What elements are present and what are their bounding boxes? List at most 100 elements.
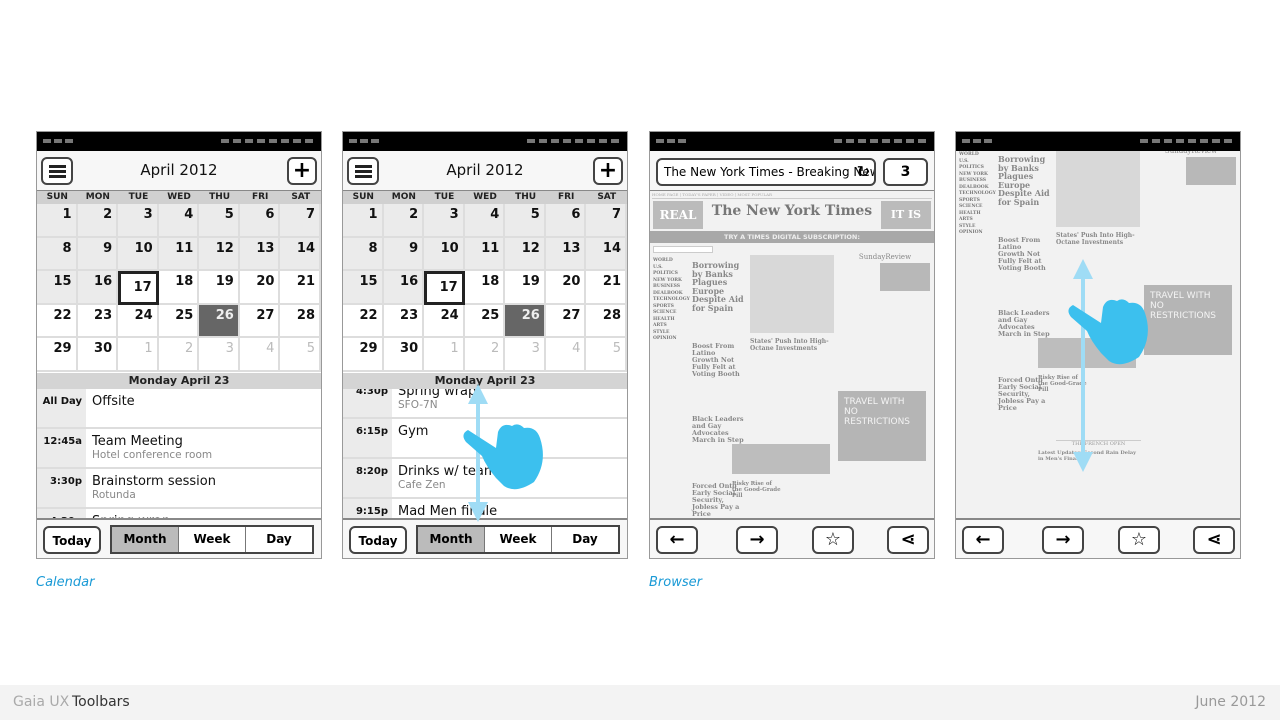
day-cell[interactable]: 16 bbox=[383, 271, 425, 305]
event-list[interactable]: All Day Offsite 12:45a Team Meeting Hotel co… bbox=[37, 389, 321, 519]
day-cell[interactable]: 5 bbox=[505, 204, 546, 238]
day-cell[interactable]: 3 bbox=[505, 338, 546, 372]
day-cell[interactable]: 4 bbox=[158, 204, 200, 238]
headline[interactable]: Boost From Latino Growth Not Fully Felt … bbox=[692, 343, 744, 378]
headline[interactable]: States' Push Into High-Octane Investment… bbox=[750, 338, 834, 352]
add-event-button[interactable]: + bbox=[287, 157, 317, 185]
day-cell[interactable]: 6 bbox=[239, 204, 281, 238]
forward-button[interactable]: → bbox=[736, 526, 778, 554]
subscription-banner[interactable]: TRY A TIMES DIGITAL SUBSCRIPTION: bbox=[650, 231, 934, 243]
back-button[interactable]: ← bbox=[656, 526, 698, 554]
day-cell[interactable]: 1 bbox=[37, 204, 78, 238]
section-nav-link[interactable]: OPINION bbox=[959, 230, 995, 237]
tabs-button[interactable]: 3 bbox=[883, 158, 928, 186]
day-cell[interactable]: 2 bbox=[158, 338, 200, 372]
menu-button[interactable] bbox=[41, 157, 73, 185]
day-cell[interactable]: 21 bbox=[586, 271, 627, 305]
day-cell[interactable]: 24 bbox=[118, 304, 159, 338]
share-button[interactable]: ⋖ bbox=[1193, 526, 1235, 554]
day-cell[interactable]: 3 bbox=[199, 338, 240, 372]
day-cell[interactable]: 2 bbox=[383, 204, 425, 238]
day-cell[interactable]: 21 bbox=[280, 271, 321, 305]
headline[interactable]: Borrowing by Banks Plagues Europe Despit… bbox=[692, 261, 744, 312]
ad-right[interactable]: IT IS bbox=[881, 201, 931, 229]
tab-week[interactable]: Week bbox=[179, 527, 246, 552]
day-cell[interactable]: 5 bbox=[280, 338, 321, 372]
day-cell[interactable]: 9 bbox=[383, 237, 425, 271]
forward-button[interactable]: → bbox=[1042, 526, 1084, 554]
day-cell[interactable]: 30 bbox=[383, 338, 425, 372]
day-cell[interactable]: 28 bbox=[586, 304, 627, 338]
day-cell[interactable]: 18 bbox=[464, 271, 506, 305]
day-cell[interactable]: 20 bbox=[545, 271, 587, 305]
reload-icon[interactable]: ↻ bbox=[857, 160, 870, 184]
day-cell[interactable]: 2 bbox=[77, 204, 119, 238]
day-cell[interactable]: 26 bbox=[199, 304, 240, 338]
day-cell[interactable]: 23 bbox=[77, 304, 119, 338]
day-cell[interactable]: 3 bbox=[424, 204, 465, 238]
day-cell[interactable]: 30 bbox=[77, 338, 119, 372]
day-cell[interactable]: 1 bbox=[343, 204, 384, 238]
day-cell[interactable]: 26 bbox=[505, 304, 546, 338]
day-cell[interactable]: 27 bbox=[545, 304, 587, 338]
web-content[interactable]: HOME PAGE | TODAY'S PAPER | VIDEO | MOST… bbox=[650, 191, 934, 518]
day-cell[interactable]: 8 bbox=[37, 237, 78, 271]
day-cell[interactable]: 11 bbox=[464, 237, 506, 271]
event-item[interactable]: 12:45a Team Meeting Hotel conference room bbox=[37, 429, 321, 469]
day-cell[interactable]: 5 bbox=[199, 204, 240, 238]
bookmark-button[interactable]: ☆ bbox=[1118, 526, 1160, 554]
headline[interactable]: States' Push Into High-Octane Investment… bbox=[1056, 232, 1140, 246]
day-cell[interactable]: 19 bbox=[505, 271, 546, 305]
day-cell[interactable]: 3 bbox=[118, 204, 159, 238]
back-button[interactable]: ← bbox=[962, 526, 1004, 554]
url-input[interactable]: The New York Times - Breaking News... ↻ bbox=[656, 158, 876, 186]
day-cell[interactable]: 15 bbox=[343, 271, 384, 305]
day-cell[interactable]: 12 bbox=[199, 237, 240, 271]
event-item[interactable]: 3:30p Brainstorm session Rotunda bbox=[37, 469, 321, 509]
day-cell[interactable]: 25 bbox=[464, 304, 506, 338]
headline[interactable]: Risky Rise of the Good-Grade Pill bbox=[732, 481, 782, 499]
day-cell[interactable]: 28 bbox=[280, 304, 321, 338]
day-cell[interactable]: 6 bbox=[545, 204, 587, 238]
bookmark-button[interactable]: ☆ bbox=[812, 526, 854, 554]
day-cell[interactable]: 15 bbox=[37, 271, 78, 305]
section-nav-link[interactable]: TECHNOLOGY bbox=[653, 297, 690, 304]
day-cell[interactable]: 19 bbox=[199, 271, 240, 305]
day-cell[interactable]: 2 bbox=[464, 338, 506, 372]
headline[interactable]: Boost From Latino Growth Not Fully Felt … bbox=[998, 237, 1050, 272]
section-nav-link[interactable]: OPINION bbox=[653, 336, 689, 343]
section-nav-link[interactable]: TECHNOLOGY bbox=[959, 191, 996, 198]
day-cell[interactable]: 4 bbox=[239, 338, 281, 372]
day-cell[interactable]: 5 bbox=[586, 338, 627, 372]
ad-left[interactable]: REAL bbox=[653, 201, 703, 229]
day-cell[interactable]: 17 bbox=[118, 271, 159, 305]
day-cell[interactable]: 24 bbox=[424, 304, 465, 338]
day-cell[interactable]: 23 bbox=[383, 304, 425, 338]
day-cell[interactable]: 14 bbox=[586, 237, 627, 271]
day-cell[interactable]: 20 bbox=[239, 271, 281, 305]
headline[interactable]: Borrowing by Banks Plagues Europe Despit… bbox=[998, 155, 1050, 206]
tab-day[interactable]: Day bbox=[246, 527, 312, 552]
day-cell[interactable]: 17 bbox=[424, 271, 465, 305]
day-cell[interactable]: 1 bbox=[424, 338, 465, 372]
tab-month[interactable]: Month bbox=[112, 527, 179, 552]
day-cell[interactable]: 14 bbox=[280, 237, 321, 271]
day-cell[interactable]: 13 bbox=[239, 237, 281, 271]
travel-ad[interactable]: TRAVEL WITH NO RESTRICTIONS bbox=[838, 391, 926, 461]
day-cell[interactable]: 4 bbox=[545, 338, 587, 372]
add-event-button[interactable]: + bbox=[593, 157, 623, 185]
headline[interactable]: Black Leaders and Gay Advocates March in… bbox=[998, 310, 1050, 338]
day-cell[interactable]: 25 bbox=[158, 304, 200, 338]
day-cell[interactable]: 12 bbox=[505, 237, 546, 271]
day-cell[interactable]: 16 bbox=[77, 271, 119, 305]
day-cell[interactable]: 27 bbox=[239, 304, 281, 338]
site-search[interactable] bbox=[653, 246, 713, 253]
share-button[interactable]: ⋖ bbox=[887, 526, 929, 554]
day-cell[interactable]: 1 bbox=[118, 338, 159, 372]
day-cell[interactable]: 11 bbox=[158, 237, 200, 271]
day-cell[interactable]: 7 bbox=[280, 204, 321, 238]
today-button[interactable]: Today bbox=[43, 526, 101, 554]
day-cell[interactable]: 8 bbox=[343, 237, 384, 271]
day-cell[interactable]: 9 bbox=[77, 237, 119, 271]
day-cell[interactable]: 29 bbox=[343, 338, 384, 372]
